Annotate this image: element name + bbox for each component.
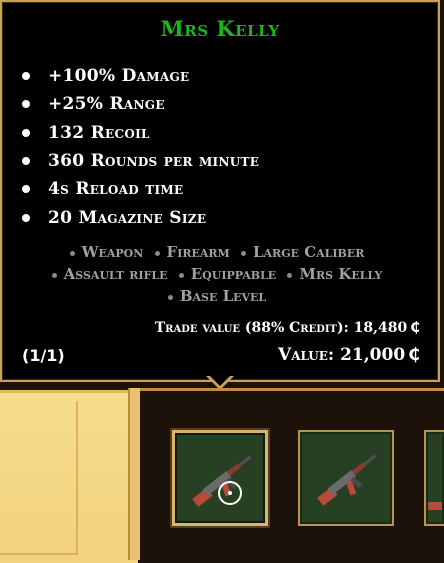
dot-icon bbox=[154, 250, 160, 256]
trade-value: Trade value (88% Credit): 18,480 ₵ bbox=[154, 320, 420, 336]
item-tags: Weapon Firearm Large Caliber Assault rif… bbox=[32, 241, 408, 307]
bullet-icon bbox=[22, 100, 30, 109]
tag: Equippable bbox=[190, 265, 277, 283]
tag-line: Base Level bbox=[32, 285, 408, 307]
stat-item: +100% Damage bbox=[22, 62, 259, 90]
stat-item: +25% Range bbox=[22, 90, 259, 118]
bullet-icon bbox=[22, 185, 30, 194]
credit-icon: ₵ bbox=[410, 320, 420, 336]
inventory-slot-2[interactable] bbox=[298, 430, 394, 526]
dot-icon bbox=[287, 272, 293, 278]
stat-item: 132 Recoil bbox=[22, 119, 259, 147]
item-icon bbox=[428, 502, 442, 510]
stat-item: 4s Reload time bbox=[22, 175, 259, 203]
dot-icon bbox=[51, 272, 57, 278]
dot-icon bbox=[69, 250, 75, 256]
tag: Mrs Kelly bbox=[299, 265, 383, 283]
credit-icon: ₵ bbox=[408, 345, 420, 365]
stat-item: 20 Magazine Size bbox=[22, 203, 259, 231]
bullet-icon bbox=[22, 157, 30, 166]
assault-rifle-icon bbox=[317, 454, 377, 506]
parchment-panel bbox=[0, 390, 138, 563]
stat-item: 360 Rounds per minute bbox=[22, 147, 259, 175]
tag: Firearm bbox=[166, 243, 230, 261]
tag: Weapon bbox=[81, 243, 144, 261]
tooltip-pointer-inner bbox=[210, 376, 230, 386]
tag: Base Level bbox=[179, 287, 267, 305]
tag: Large Caliber bbox=[252, 243, 365, 261]
tag: Assault rifle bbox=[63, 265, 168, 283]
tag-line: Assault rifle Equippable Mrs Kelly bbox=[32, 263, 408, 285]
dot-icon bbox=[178, 272, 184, 278]
inventory-slot-1[interactable] bbox=[172, 430, 268, 526]
item-title: Mrs Kelly bbox=[160, 16, 280, 41]
item-value: Value: 21,000 ₵ bbox=[278, 345, 420, 365]
item-tooltip: Mrs Kelly +100% Damage +25% Range 132 Re… bbox=[0, 0, 440, 382]
dot-icon bbox=[240, 250, 246, 256]
dot-icon bbox=[167, 294, 173, 300]
bullet-icon bbox=[22, 72, 30, 81]
stat-list: +100% Damage +25% Range 132 Recoil 360 R… bbox=[22, 62, 259, 232]
bullet-icon bbox=[22, 128, 30, 137]
assault-rifle-icon bbox=[192, 455, 252, 507]
cursor-icon bbox=[218, 481, 242, 505]
inventory-slot-3[interactable] bbox=[424, 430, 444, 526]
tag-line: Weapon Firearm Large Caliber bbox=[32, 241, 408, 263]
page-indicator: (1/1) bbox=[22, 346, 65, 365]
bullet-icon bbox=[22, 213, 30, 222]
